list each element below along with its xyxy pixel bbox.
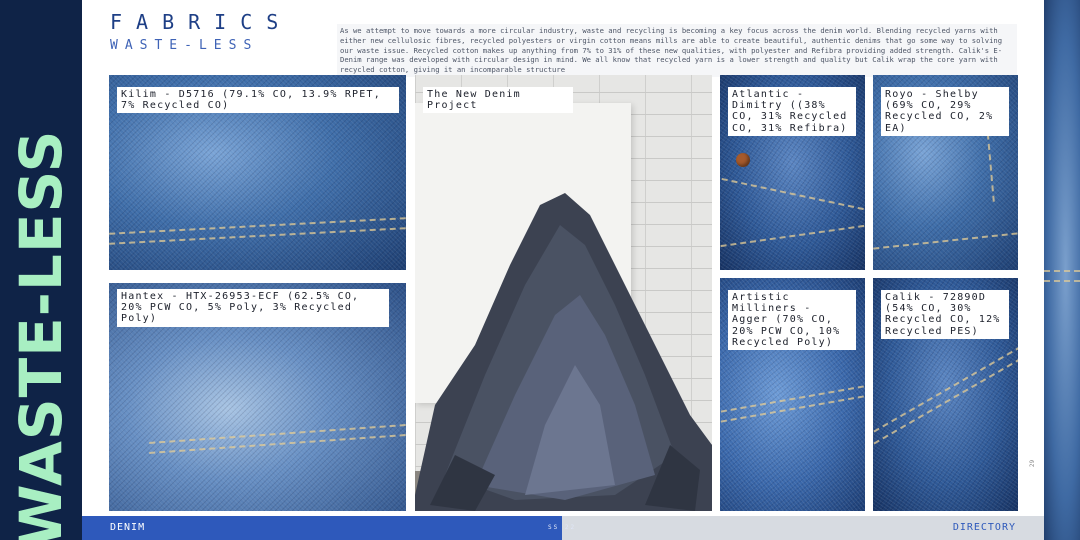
seam-stitch [720,224,865,250]
footer-section-link[interactable]: DENIM [110,522,145,533]
page-number: 29 [1028,459,1036,468]
rivet [736,153,750,167]
photo-denim-scrap-pile: The New Denim Project [415,75,712,511]
seam-stitch [721,177,864,213]
intro-paragraph: As we attempt to move towards a more cir… [337,24,1017,77]
seam-stitch [873,357,1018,447]
fabric-label: Atlantic - Dimitry ((38% CO, 31% Recycle… [728,87,856,136]
seam-stitch [873,345,1018,435]
seam-stitch [1044,280,1080,283]
fabric-photo-calik: Calik - 72890D (54% CO, 30% Recycled CO,… [873,278,1018,511]
side-title: WASTE-LESS [7,129,75,540]
fabric-photo-royo: Royo - Shelby (69% CO, 29% Recycled CO, … [873,75,1018,270]
seam-stitch [109,217,406,237]
section-subkicker: WASTE-LESS [110,38,259,53]
footer-season: SS 22 [548,524,577,531]
fabric-label: The New Denim Project [423,87,573,114]
side-band: WASTE-LESS [0,0,82,540]
next-page-edge [1044,0,1080,540]
fabric-label: Kilim - D5716 (79.1% CO, 13.9% RPET, 7% … [117,87,399,114]
footer-bar: DENIM SS 22 DIRECTORY [82,516,1044,540]
fabric-label: Calik - 72890D (54% CO, 30% Recycled CO,… [881,290,1009,339]
seam-stitch [873,232,1018,252]
page: FABRICS WASTE-LESS As we attempt to move… [82,0,1044,516]
fabric-label: Royo - Shelby (69% CO, 29% Recycled CO, … [881,87,1009,136]
fabric-photo-artistic-milliners: Artistic Milliners - Agger (70% CO, 20% … [720,278,865,511]
footer-directory-link[interactable]: DIRECTORY [953,522,1016,533]
seam-stitch [1044,270,1080,273]
footer-accent [82,516,562,540]
fabric-photo-hantex: Hantex - HTX-26953-ECF (62.5% CO, 20% PC… [109,283,406,511]
scrap-pile-graphic [415,193,712,511]
fabric-photo-kilim: Kilim - D5716 (79.1% CO, 13.9% RPET, 7% … [109,75,406,270]
section-kicker: FABRICS [110,10,293,34]
seam-stitch [149,434,406,456]
fabric-label: Hantex - HTX-26953-ECF (62.5% CO, 20% PC… [117,289,389,327]
fabric-label: Artistic Milliners - Agger (70% CO, 20% … [728,290,856,350]
fabric-photo-atlantic: Atlantic - Dimitry ((38% CO, 31% Recycle… [720,75,865,270]
